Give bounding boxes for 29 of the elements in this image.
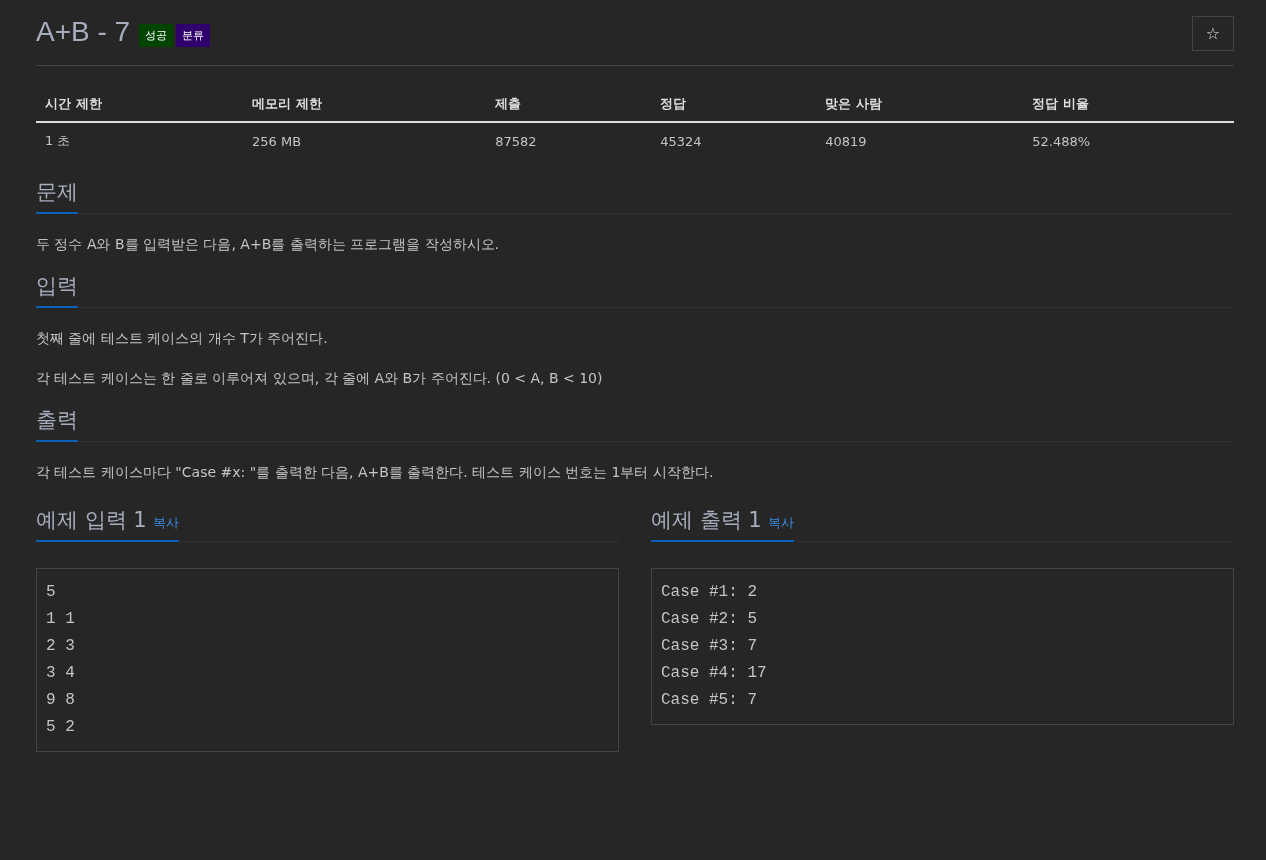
column-header: 맞은 사람 [816, 87, 1024, 122]
section-heading: 출력 [36, 407, 78, 434]
star-button[interactable]: ☆ [1192, 16, 1234, 51]
sample-data: Case #1: 2 Case #2: 5 Case #3: 7 Case #4: 17 Case #5: 7 [651, 568, 1234, 725]
table-cell: 256 MB [243, 122, 487, 160]
section-heading: 예제 출력 1 [651, 507, 762, 534]
paragraph: 두 정수 A와 B를 입력받은 다음, A+B를 출력하는 프로그램을 작성하시오. [36, 235, 501, 254]
table-cell: 87582 [486, 122, 652, 160]
column-header: 정답 비율 [1023, 87, 1234, 122]
table-cell: 45324 [651, 122, 817, 160]
tag-label[interactable]: 성공 [139, 23, 174, 47]
sample-data: 5 1 1 2 3 3 4 9 8 5 2 [36, 568, 619, 752]
paragraph: 각 테스트 케이스는 한 줄로 이루어져 있으며, 각 줄에 A와 B가 주어진다. (0 < A, B < 10) [36, 369, 604, 388]
copy-link[interactable]: 복사 [767, 514, 794, 532]
copy-link[interactable]: 복사 [152, 514, 179, 532]
column-header: 메모리 제한 [243, 87, 487, 122]
section-heading: 입력 [36, 273, 78, 300]
table-cell: 1 초 [36, 122, 244, 160]
column-header: 제출 [486, 87, 652, 122]
table-cell: 52.488% [1023, 122, 1234, 160]
tag-label[interactable]: 분류 [176, 23, 211, 47]
problem-title: A+B - 7 [36, 16, 131, 48]
table-cell: 40819 [816, 122, 1024, 160]
column-header: 정답 [651, 87, 817, 122]
paragraph: 첫째 줄에 테스트 케이스의 개수 T가 주어진다. [36, 329, 329, 348]
section-heading: 예제 입력 1 [36, 507, 147, 534]
section-heading: 문제 [36, 179, 78, 206]
paragraph: 각 테스트 케이스마다 "Case #x: "를 출력한 다음, A+B를 출력한다. 테스트 케이스 번호는 1부터 시작한다. [36, 463, 715, 482]
column-header: 시간 제한 [36, 87, 244, 122]
